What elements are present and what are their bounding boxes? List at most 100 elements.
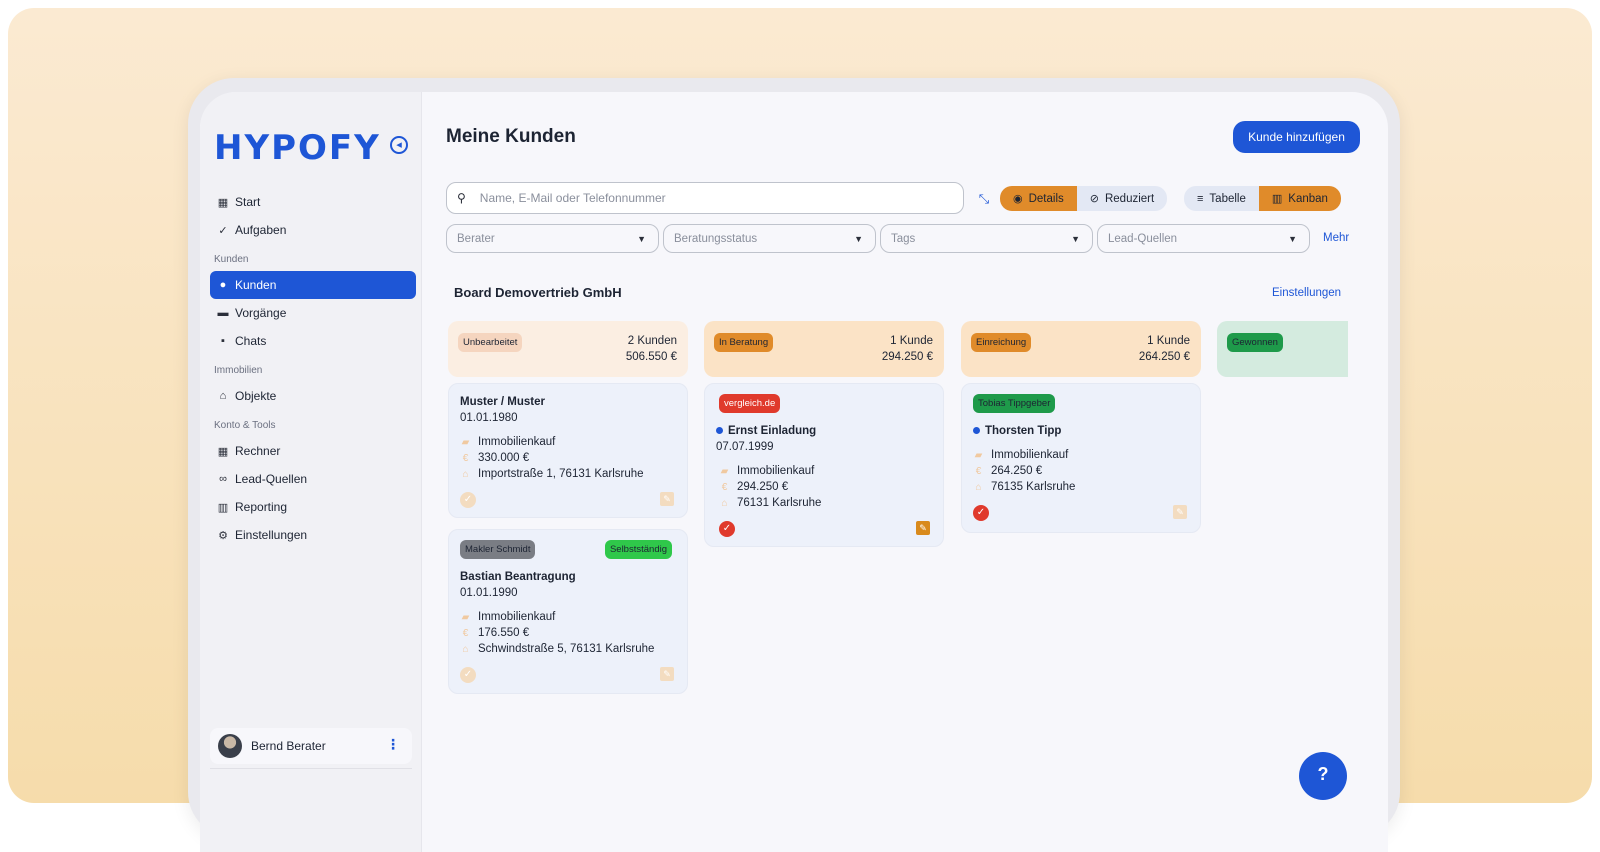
people-icon: ● xyxy=(219,279,227,291)
detail-toggle: ◉ Details ⊘ Reduziert xyxy=(1000,186,1168,211)
euro-icon: € xyxy=(462,452,469,464)
purpose-text: Immobilienkauf xyxy=(478,611,556,623)
address-text: Importstraße 1, 76131 Karlsruhe xyxy=(478,468,644,480)
more-filters-link[interactable]: Mehr xyxy=(1323,232,1349,244)
card-tag: Selbstständig xyxy=(604,540,672,559)
card-tag: Tobias Tippgeber xyxy=(973,394,1056,413)
customer-birthdate: 01.01.1990 xyxy=(460,587,518,599)
address-text: Schwindstraße 5, 76131 Karlsruhe xyxy=(478,643,655,655)
purpose-text: Immobilienkauf xyxy=(737,465,815,477)
edit-note-icon[interactable]: ✎ xyxy=(660,492,674,506)
customer-name-text: Ernst Einladung xyxy=(728,425,817,437)
column-count: 1 Kunde xyxy=(1147,335,1190,347)
customer-name-text: Thorsten Tipp xyxy=(985,425,1062,437)
status-badge: Unbearbeitet xyxy=(458,333,523,352)
home-icon: ⌂ xyxy=(462,643,469,655)
filter-beratungsstatus[interactable]: Beratungsstatus ▼ xyxy=(663,224,876,253)
check-circle-icon: ✓ xyxy=(218,224,228,237)
sidebar-item-aufgaben[interactable]: ✓ Aufgaben xyxy=(210,216,416,244)
check-circle-icon[interactable]: ✓ xyxy=(973,505,989,521)
customer-birthdate: 07.07.1999 xyxy=(716,441,774,453)
purpose-text: Immobilienkauf xyxy=(478,436,556,448)
eye-icon: ◉ xyxy=(1013,193,1023,205)
status-badge: Einreichung xyxy=(971,333,1032,352)
sidebar-item-vorgaenge[interactable]: ▬ Vorgänge xyxy=(210,299,416,327)
filter-label: Beratungsstatus xyxy=(674,232,758,245)
toggle-tabelle[interactable]: ≡ Tabelle xyxy=(1184,186,1259,211)
filter-label: Tags xyxy=(891,232,916,245)
check-circle-icon[interactable]: ✓ xyxy=(460,667,476,683)
help-button[interactable]: ? xyxy=(1299,752,1347,800)
more-vert-icon[interactable]: ⋮ xyxy=(386,736,400,753)
board-settings-link[interactable]: Einstellungen xyxy=(1272,287,1341,299)
sidebar-item-label: Einstellungen xyxy=(235,528,308,542)
nav-section-tools: Konto & Tools xyxy=(214,420,276,431)
chat-icon: ▪ xyxy=(221,335,225,347)
check-circle-icon[interactable]: ✓ xyxy=(719,521,735,537)
search-field[interactable]: ⚲ xyxy=(446,182,964,214)
toggle-kanban[interactable]: ▥ Kanban xyxy=(1258,186,1341,211)
list-icon: ≡ xyxy=(1197,192,1204,205)
card-purpose: ▰ Immobilienkauf xyxy=(460,436,556,448)
user-name: Bernd Berater xyxy=(251,739,326,753)
add-customer-button[interactable]: Kunde hinzufügen xyxy=(1233,121,1360,153)
sidebar-item-start[interactable]: ▦ Start xyxy=(210,188,416,216)
calculator-icon: ▦ xyxy=(217,445,229,458)
filter-label: Lead-Quellen xyxy=(1108,232,1178,245)
amount-text: 176.550 € xyxy=(478,627,530,639)
edit-note-icon[interactable]: ✎ xyxy=(1173,505,1187,519)
sidebar-item-rechner[interactable]: ▦ Rechner xyxy=(210,437,416,465)
home-icon: ⌂ xyxy=(975,481,982,493)
address-text: 76135 Karlsruhe xyxy=(991,481,1076,493)
chevron-down-icon: ▼ xyxy=(1288,233,1297,244)
status-dot xyxy=(716,427,723,435)
logo: HYPOFY xyxy=(214,128,381,168)
customer-card[interactable]: vergleich.de Ernst Einladung 07.07.1999 … xyxy=(704,383,944,547)
card-address: ⌂ 76135 Karlsruhe xyxy=(973,481,1075,493)
customer-card[interactable]: Tobias Tippgeber Thorsten Tipp ▰ Immobil… xyxy=(961,383,1201,533)
sidebar-item-label: Vorgänge xyxy=(235,306,287,320)
handshake-icon: ▰ xyxy=(974,449,983,461)
column-header-gewonnen: Gewonnen xyxy=(1217,321,1348,377)
sidebar-item-label: Reporting xyxy=(235,500,288,514)
folder-icon: ▬ xyxy=(217,307,229,319)
user-menu[interactable]: Bernd Berater ⋮ xyxy=(210,728,412,764)
purpose-text: Immobilienkauf xyxy=(991,449,1069,461)
filter-berater[interactable]: Berater ▼ xyxy=(446,224,659,253)
collapse-sidebar-icon[interactable]: ◂ xyxy=(390,136,408,154)
collapse-cards-icon[interactable]: ⤡ xyxy=(975,190,993,208)
amount-text: 294.250 € xyxy=(737,481,789,493)
card-purpose: ▰ Immobilienkauf xyxy=(973,449,1069,461)
sidebar-item-label: Start xyxy=(235,195,261,209)
column-sum: 294.250 € xyxy=(881,351,933,363)
status-badge: In Beratung xyxy=(714,333,774,352)
sidebar-item-lead-quellen[interactable]: ∞ Lead-Quellen xyxy=(210,465,416,493)
customer-name: Bastian Beantragung xyxy=(460,571,576,583)
layout-toggle: ≡ Tabelle ▥ Kanban xyxy=(1184,186,1341,211)
check-circle-icon[interactable]: ✓ xyxy=(460,492,476,508)
filter-lead-quellen[interactable]: Lead-Quellen ▼ xyxy=(1097,224,1310,253)
column-header-unbearbeitet: Unbearbeitet 2 Kunden 506.550 € xyxy=(448,321,688,377)
sidebar-item-einstellungen[interactable]: ⚙ Einstellungen xyxy=(210,521,416,549)
search-input[interactable] xyxy=(479,191,920,205)
sidebar-item-chats[interactable]: ▪ Chats xyxy=(210,327,416,355)
column-sum: 264.250 € xyxy=(1138,351,1190,363)
edit-note-icon[interactable]: ✎ xyxy=(660,667,674,681)
sidebar: HYPOFY ◂ ▦ Start ✓ Aufgaben Kunden ● Kun… xyxy=(200,92,422,852)
filter-tags[interactable]: Tags ▼ xyxy=(880,224,1093,253)
page-title: Meine Kunden xyxy=(446,126,576,147)
amount-text: 264.250 € xyxy=(991,465,1043,477)
sidebar-item-kunden[interactable]: ● Kunden xyxy=(210,271,416,299)
sidebar-item-reporting[interactable]: ▥ Reporting xyxy=(210,493,416,521)
chart-icon: ▥ xyxy=(217,501,229,514)
toggle-reduziert[interactable]: ⊘ Reduziert xyxy=(1076,186,1168,211)
gear-icon: ⚙ xyxy=(218,529,228,542)
toggle-details[interactable]: ◉ Details xyxy=(1000,186,1077,211)
sidebar-item-objekte[interactable]: ⌂ Objekte xyxy=(210,382,416,410)
customer-card[interactable]: Makler Schmidt Selbstständig Bastian Bea… xyxy=(448,529,688,694)
sidebar-item-label: Lead-Quellen xyxy=(235,472,308,486)
handshake-icon: ▰ xyxy=(461,436,470,448)
customer-card[interactable]: Muster / Muster 01.01.1980 ▰ Immobilienk… xyxy=(448,383,688,518)
edit-note-icon[interactable]: ✎ xyxy=(916,521,930,535)
divider xyxy=(210,768,412,769)
